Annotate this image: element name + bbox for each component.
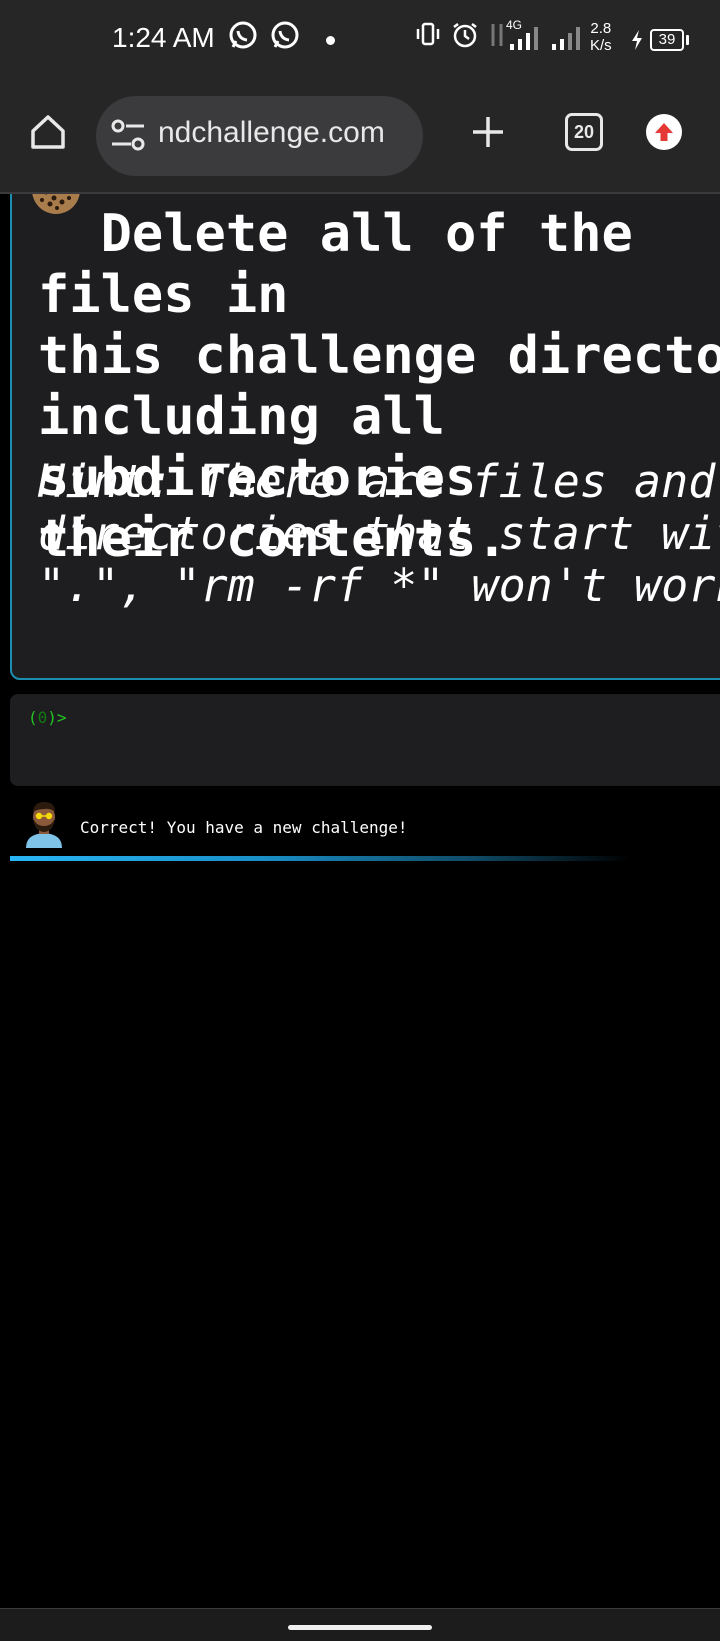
terminal-input[interactable]: (0)> <box>10 694 720 786</box>
new-tab-icon <box>473 117 503 147</box>
challenge-progress-bar <box>10 856 630 861</box>
url-text[interactable]: ndchallenge.com <box>158 116 385 150</box>
charging-icon <box>628 28 646 57</box>
system-nav-bar <box>0 1608 720 1641</box>
battery-level: 39 <box>650 29 684 51</box>
notification-dot <box>326 36 335 45</box>
home-gesture-handle[interactable] <box>288 1625 432 1630</box>
terminal-prompt: (0)> <box>28 708 67 727</box>
vibrate-icon <box>414 20 442 53</box>
whatsapp-icon <box>270 20 300 55</box>
home-button[interactable] <box>22 106 74 158</box>
challenge-hint: Hint: There are files and directories th… <box>38 455 720 612</box>
update-icon <box>646 114 682 150</box>
address-bar[interactable]: ndchallenge.com <box>96 96 423 176</box>
status-time: 1:24 AM <box>112 22 215 53</box>
signal-icon <box>508 26 544 57</box>
battery-tip <box>686 35 689 45</box>
feedback-row: Correct! You have a new challenge! <box>24 800 684 856</box>
data-arrows-icon <box>488 20 506 55</box>
whatsapp-icon <box>228 20 258 55</box>
challenge-panel: Delete all of the files in this challeng… <box>10 194 720 680</box>
browser-toolbar: ndchallenge.com 20 <box>0 80 720 194</box>
feedback-message: Correct! You have a new challenge! <box>80 818 408 837</box>
tab-switcher-button[interactable]: 20 <box>558 106 610 158</box>
site-settings-icon[interactable] <box>110 118 148 159</box>
signal-icon <box>550 26 586 57</box>
update-button[interactable] <box>638 106 690 158</box>
network-speed: 2.8 K/s <box>590 20 612 54</box>
avatar-icon <box>24 800 64 853</box>
status-bar: 1:24 AM 4G 2.8 K/s 39 <box>0 0 720 80</box>
alarm-icon <box>450 20 480 55</box>
tab-switcher-icon: 20 <box>565 113 603 151</box>
home-icon <box>31 115 65 149</box>
prompt-count: 0 <box>37 708 48 727</box>
page-content: Delete all of the files in this challeng… <box>0 194 720 1608</box>
new-tab-button[interactable] <box>462 106 514 158</box>
